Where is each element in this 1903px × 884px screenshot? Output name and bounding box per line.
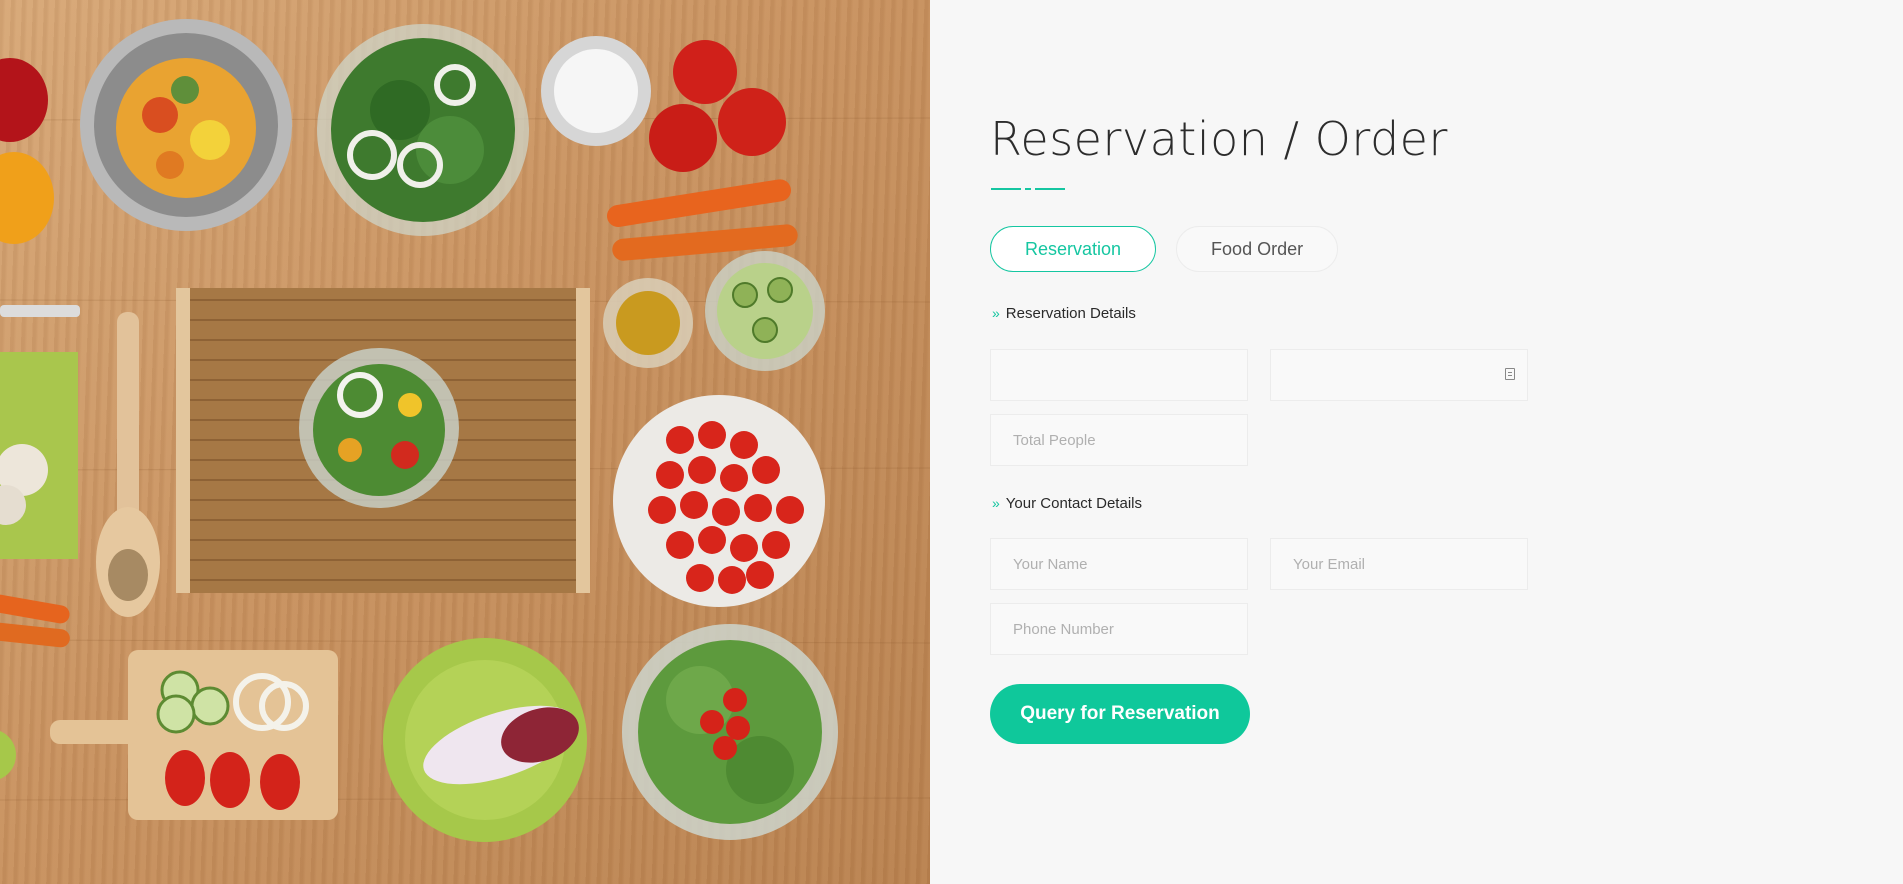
- query-reservation-button[interactable]: Query for Reservation: [990, 684, 1250, 744]
- reservation-details-label: Reservation Details: [1005, 305, 1136, 322]
- time-field[interactable]: [990, 349, 1248, 401]
- name-field[interactable]: [990, 538, 1248, 590]
- total-people-field[interactable]: [990, 414, 1248, 466]
- total-people-input[interactable]: [1011, 430, 1227, 450]
- email-field[interactable]: [1270, 538, 1528, 590]
- contact-details-label: Your Contact Details: [1005, 495, 1142, 512]
- food-arrangement-image: [0, 19, 930, 842]
- name-input[interactable]: [1011, 554, 1227, 574]
- calendar-icon[interactable]: [1505, 368, 1515, 380]
- title-divider: [991, 188, 1065, 191]
- date-field[interactable]: [1270, 349, 1528, 401]
- reservation-panel: Reservation / Order Reservation Food Ord…: [930, 0, 1903, 884]
- contact-details-heading: » Your Contact Details: [992, 495, 1142, 512]
- double-chevron-icon: »: [992, 495, 1000, 511]
- email-input[interactable]: [1291, 554, 1507, 574]
- reservation-details-heading: » Reservation Details: [992, 305, 1136, 322]
- form-tabs: Reservation Food Order: [990, 226, 1339, 272]
- phone-field[interactable]: [990, 603, 1248, 655]
- tab-food-order[interactable]: Food Order: [1176, 226, 1339, 272]
- food-photo: [0, 0, 930, 884]
- page: Reservation / Order Reservation Food Ord…: [0, 0, 1903, 884]
- tab-reservation[interactable]: Reservation: [990, 226, 1157, 272]
- time-input[interactable]: [1011, 365, 1227, 385]
- date-input[interactable]: [1291, 365, 1507, 385]
- double-chevron-icon: »: [992, 305, 1000, 321]
- page-title: Reservation / Order: [990, 112, 1448, 166]
- phone-input[interactable]: [1011, 619, 1227, 639]
